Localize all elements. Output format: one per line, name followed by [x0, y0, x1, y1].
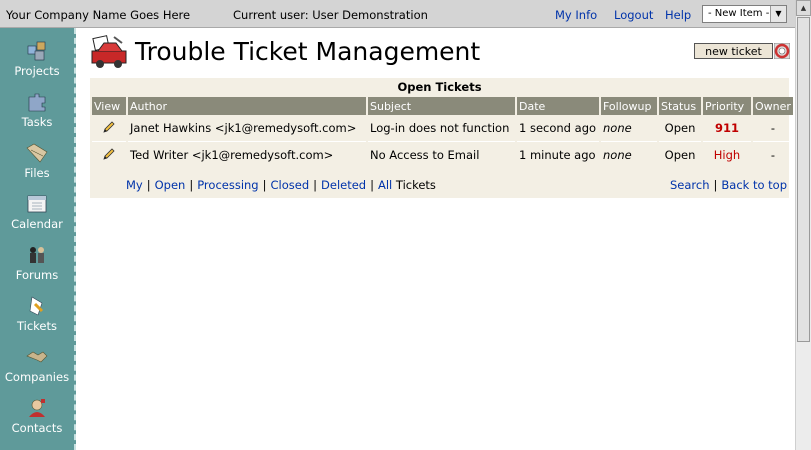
sidebar-label: Forums — [15, 268, 59, 282]
sidebar-label: Contacts — [11, 421, 63, 435]
subject-cell[interactable]: No Access to Email — [368, 142, 515, 168]
contacts-icon — [29, 399, 45, 417]
tasks-icon — [28, 93, 46, 112]
scroll-up-icon[interactable]: ▲ — [796, 0, 811, 16]
vertical-scrollbar[interactable]: ▲ — [795, 0, 811, 450]
page-title: Trouble Ticket Management — [135, 37, 481, 66]
column-header-date[interactable]: Date — [517, 97, 599, 115]
author-cell[interactable]: Ted Writer <jk1@remedysoft.com> — [128, 142, 366, 168]
new-item-value: - New Item - — [708, 8, 770, 19]
date-cell: 1 second ago — [517, 115, 599, 142]
filter-open-link[interactable]: Open — [155, 178, 186, 192]
pencil-icon[interactable] — [102, 147, 116, 161]
priority-cell: 911 — [703, 115, 751, 142]
tickets-suffix: Tickets — [395, 178, 436, 192]
pencil-icon[interactable] — [102, 120, 116, 134]
status-cell: Open — [659, 115, 701, 142]
tickets-icon — [29, 296, 44, 316]
sidebar-label: Companies — [4, 370, 70, 384]
sidebar-label: Tasks — [21, 115, 53, 129]
trouble-ticket-logo-icon — [91, 35, 127, 68]
priority-cell: High — [713, 148, 741, 162]
subject-cell[interactable]: Log-in does not function — [368, 115, 515, 142]
filter-processing-link[interactable]: Processing — [197, 178, 258, 192]
sidebar-item-tickets[interactable]: Tickets — [0, 295, 74, 333]
date-cell: 1 minute ago — [519, 148, 596, 162]
followup-cell: none — [601, 115, 657, 142]
table-row: Ted Writer <jk1@remedysoft.com> No Acces… — [92, 142, 793, 168]
author-cell[interactable]: Janet Hawkins <jk1@remedysoft.com> — [128, 115, 366, 142]
companies-icon — [26, 351, 48, 363]
search-link[interactable]: Search — [670, 178, 710, 192]
sidebar-item-files[interactable]: Files — [0, 142, 74, 180]
sidebar: Projects Tasks Files Calendar Forums Tic… — [0, 28, 76, 450]
status-cell: Open — [664, 148, 696, 162]
sidebar-label: Tickets — [16, 319, 57, 333]
new-item-select[interactable]: - New Item - ▼ — [702, 5, 787, 23]
files-icon — [26, 143, 48, 163]
filter-all-link[interactable]: All — [378, 178, 392, 192]
column-header-followup[interactable]: Followup — [601, 97, 657, 115]
column-header-priority[interactable]: Priority — [703, 97, 751, 115]
owner-cell: - — [770, 148, 776, 162]
sidebar-item-projects[interactable]: Projects — [0, 40, 74, 78]
owner-cell: - — [753, 115, 793, 142]
chevron-down-icon[interactable]: ▼ — [770, 6, 786, 22]
view-cell[interactable] — [92, 142, 126, 168]
column-header-owner[interactable]: Owner — [753, 97, 793, 115]
table-header-row: View Author Subject Date Followup Status… — [92, 97, 793, 115]
calendar-icon — [27, 195, 47, 213]
current-user: Current user: User Demonstration — [233, 8, 428, 22]
sidebar-label: Files — [24, 166, 50, 180]
column-header-status[interactable]: Status — [659, 97, 701, 115]
new-ticket-button[interactable]: new ticket — [694, 43, 773, 59]
column-header-subject[interactable]: Subject — [368, 97, 515, 115]
help-link[interactable]: Help — [665, 8, 691, 22]
logout-link[interactable]: Logout — [614, 8, 653, 22]
sidebar-item-companies[interactable]: Companies — [0, 346, 74, 384]
forums-icon — [30, 247, 44, 263]
sidebar-label: Calendar — [11, 217, 63, 231]
filter-closed-link[interactable]: Closed — [271, 178, 310, 192]
filter-my-link[interactable]: My — [126, 178, 143, 192]
view-cell[interactable] — [92, 115, 126, 142]
tickets-table: View Author Subject Date Followup Status… — [90, 97, 795, 168]
sidebar-item-calendar[interactable]: Calendar — [0, 193, 74, 231]
followup-cell: none — [603, 148, 632, 162]
column-header-author[interactable]: Author — [128, 97, 366, 115]
section-title: Open Tickets — [397, 80, 482, 94]
back-to-top-link[interactable]: Back to top — [721, 178, 787, 192]
column-header-view[interactable]: View — [92, 97, 126, 115]
ticket-filter-links: My | Open | Processing | Closed | Deleted | All Ti… — [126, 178, 436, 192]
sidebar-item-contacts[interactable]: Contacts — [0, 397, 74, 435]
sidebar-item-forums[interactable]: Forums — [0, 244, 74, 282]
help-lifebuoy-icon[interactable] — [774, 43, 790, 59]
top-bar: Your Company Name Goes Here Current user… — [0, 0, 795, 28]
my-info-link[interactable]: My Info — [555, 8, 597, 22]
right-links: Search | Back to top — [670, 178, 788, 192]
projects-icon — [27, 41, 46, 61]
sidebar-item-tasks[interactable]: Tasks — [0, 91, 74, 129]
scroll-thumb[interactable] — [797, 17, 810, 342]
company-name: Your Company Name Goes Here — [6, 8, 191, 22]
table-row: Janet Hawkins <jk1@remedysoft.com> Log-i… — [92, 115, 793, 142]
sidebar-label: Projects — [14, 64, 60, 78]
filter-deleted-link[interactable]: Deleted — [321, 178, 366, 192]
